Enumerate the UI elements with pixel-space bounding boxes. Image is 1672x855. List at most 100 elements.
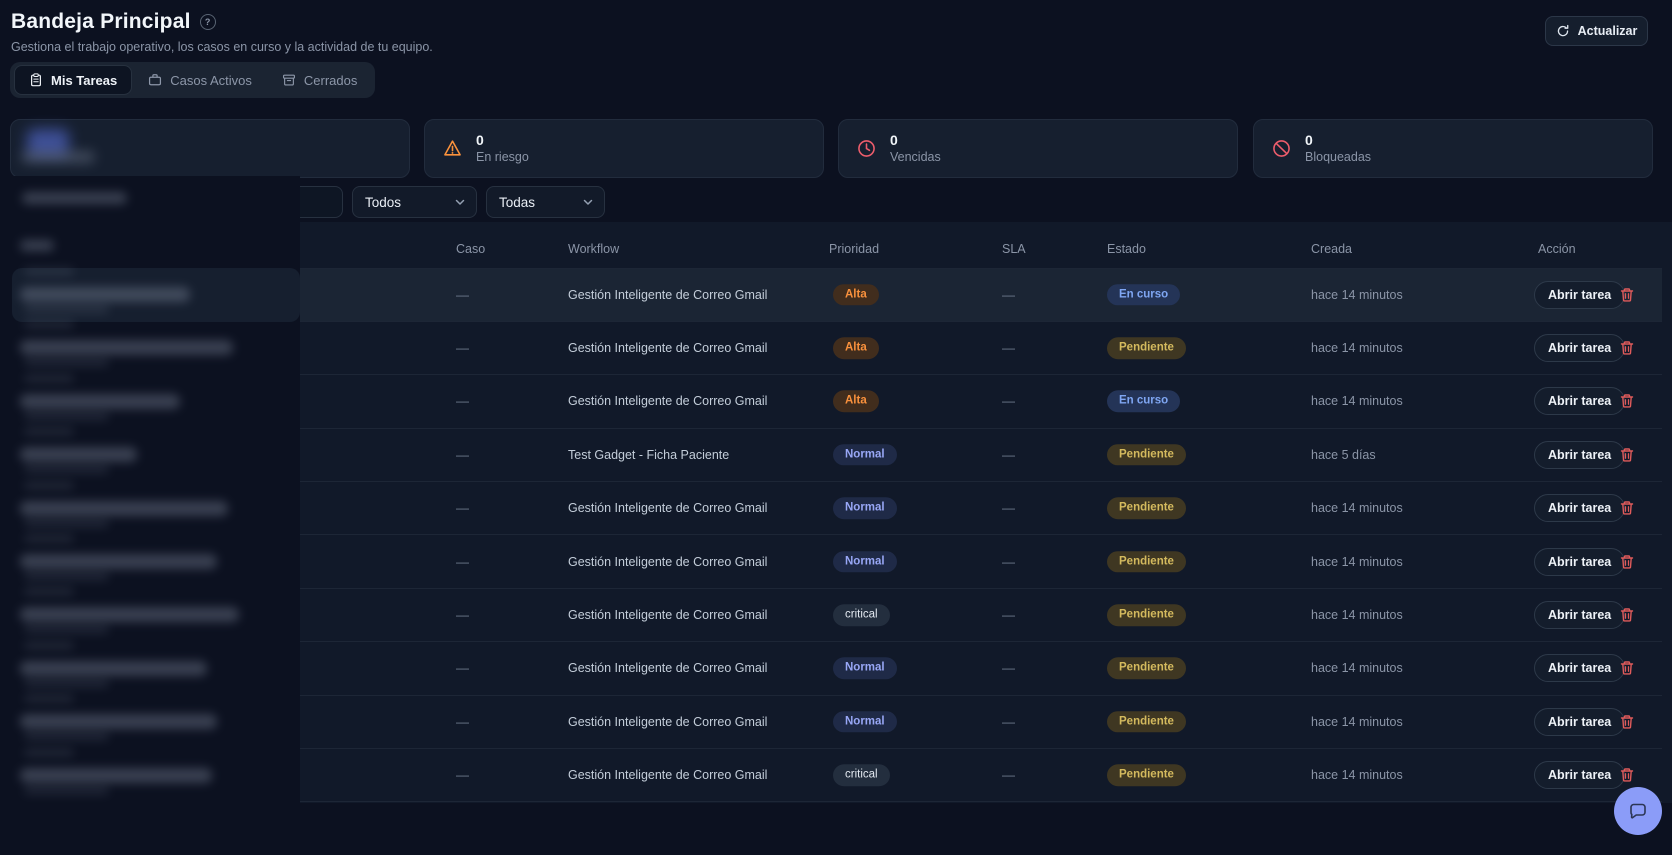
redacted-stat-label — [21, 151, 95, 163]
refresh-button[interactable]: Actualizar — [1545, 16, 1648, 46]
trash-icon — [1619, 660, 1635, 676]
open-task-button[interactable]: Abrir tarea — [1534, 601, 1626, 630]
redacted-item — [20, 767, 212, 783]
redacted-item — [24, 535, 74, 542]
trash-icon — [1619, 393, 1635, 409]
cell-sla: — — [1002, 607, 1015, 623]
delete-task-button[interactable] — [1617, 605, 1637, 625]
cell-sla: — — [1002, 714, 1015, 730]
tab-casos-activos[interactable]: Casos Activos — [134, 66, 266, 94]
status-badge: Pendiente — [1107, 337, 1186, 359]
column-header-creada: Creada — [1311, 242, 1352, 256]
cell-sla: — — [1002, 287, 1015, 303]
redacted-item — [24, 374, 74, 382]
cell-workflow: Gestión Inteligente de Correo Gmail — [568, 341, 768, 356]
stats-card-bloqueadas: 0 Bloqueadas — [1253, 119, 1653, 178]
delete-task-button[interactable] — [1617, 765, 1637, 785]
trash-icon — [1619, 447, 1635, 463]
trash-icon — [1619, 714, 1635, 730]
tab-cerrados[interactable]: Cerrados — [268, 66, 371, 94]
status-badge: Pendiente — [1107, 711, 1186, 733]
open-task-button[interactable]: Abrir tarea — [1534, 707, 1626, 736]
filter-dropdown-1[interactable]: Todos — [352, 186, 477, 218]
redacted-item — [20, 393, 180, 409]
open-task-button[interactable]: Abrir tarea — [1534, 440, 1626, 469]
cell-caso: — — [456, 660, 469, 676]
priority-badge: critical — [833, 764, 890, 786]
open-task-button[interactable]: Abrir tarea — [1534, 387, 1626, 416]
cell-creada: hace 14 minutos — [1311, 768, 1403, 783]
cell-creada: hace 14 minutos — [1311, 714, 1403, 729]
delete-task-button[interactable] — [1617, 658, 1637, 678]
priority-badge: Normal — [833, 711, 897, 733]
help-icon[interactable]: ? — [199, 14, 216, 30]
stats-card-redacted — [10, 119, 410, 178]
redacted-item — [24, 641, 74, 649]
tab-mis-tareas[interactable]: Mis Tareas — [14, 65, 133, 95]
briefcase-icon — [148, 73, 162, 87]
cell-workflow: Gestión Inteligente de Correo Gmail — [568, 394, 768, 409]
priority-badge: Alta — [833, 283, 879, 306]
chat-fab-button[interactable] — [1614, 787, 1662, 835]
stat-value: 0 — [890, 132, 898, 149]
cell-creada: hace 14 minutos — [1311, 287, 1403, 302]
open-task-button[interactable]: Abrir tarea — [1534, 654, 1626, 683]
open-task-button[interactable]: Abrir tarea — [1534, 494, 1626, 523]
redacted-item — [20, 607, 239, 623]
page-header: Bandeja Principal ? — [11, 10, 216, 34]
delete-task-button[interactable] — [1617, 712, 1637, 732]
cell-creada: hace 14 minutos — [1311, 608, 1403, 623]
cell-sla: — — [1002, 393, 1015, 409]
tab-bar: Mis Tareas Casos Activos Cerrados — [10, 62, 376, 98]
open-task-button[interactable]: Abrir tarea — [1534, 280, 1626, 309]
redacted-item — [20, 447, 137, 463]
cell-caso: — — [456, 340, 469, 356]
priority-badge: Normal — [833, 657, 897, 680]
stats-card-en-riesgo: 0 En riesgo — [424, 119, 824, 178]
open-task-button[interactable]: Abrir tarea — [1534, 547, 1626, 576]
priority-badge: Alta — [833, 337, 879, 359]
status-badge: En curso — [1107, 390, 1181, 413]
redacted-item — [24, 588, 74, 596]
open-task-button[interactable]: Abrir tarea — [1534, 761, 1626, 790]
chevron-down-icon — [582, 196, 594, 208]
cell-caso: — — [456, 767, 469, 783]
cell-creada: hace 14 minutos — [1311, 394, 1403, 409]
column-header-caso: Caso — [456, 242, 486, 256]
filter-dropdown-2[interactable]: Todas — [486, 186, 605, 218]
cell-workflow: Gestión Inteligente de Correo Gmail — [568, 714, 768, 729]
redacted-item — [24, 679, 109, 687]
redacted-item — [24, 786, 109, 794]
redacted-item — [24, 695, 74, 703]
redacted-item — [24, 321, 74, 329]
trash-icon — [1619, 340, 1635, 356]
delete-task-button[interactable] — [1617, 498, 1637, 518]
cell-caso: — — [456, 500, 469, 516]
cell-caso: — — [456, 714, 469, 730]
redacted-item — [20, 554, 217, 569]
status-badge: En curso — [1107, 283, 1181, 306]
redacted-panel — [0, 176, 300, 807]
redacted-item — [20, 500, 228, 516]
page-subtitle: Gestiona el trabajo operativo, los casos… — [11, 40, 433, 54]
trash-icon — [1619, 607, 1635, 623]
cell-sla: — — [1002, 447, 1015, 463]
clock-icon — [856, 138, 877, 159]
bandeja-principal-page: Bandeja Principal ? Gestiona el trabajo … — [0, 0, 1672, 855]
delete-task-button[interactable] — [1617, 445, 1637, 465]
delete-task-button[interactable] — [1617, 338, 1637, 358]
redacted-item — [24, 748, 74, 756]
delete-task-button[interactable] — [1617, 552, 1637, 572]
cell-workflow: Gestión Inteligente de Correo Gmail — [568, 608, 768, 623]
cell-workflow: Gestión Inteligente de Correo Gmail — [568, 768, 768, 783]
delete-task-button[interactable] — [1617, 285, 1637, 305]
chat-bubble-icon — [1628, 801, 1648, 821]
redacted-item — [20, 714, 217, 730]
open-task-button[interactable]: Abrir tarea — [1534, 334, 1626, 363]
redacted-search-placeholder — [22, 192, 127, 204]
delete-task-button[interactable] — [1617, 391, 1637, 411]
stat-label: En riesgo — [476, 150, 529, 165]
priority-badge: Alta — [833, 390, 879, 413]
cell-caso: — — [456, 607, 469, 623]
cell-sla: — — [1002, 340, 1015, 356]
